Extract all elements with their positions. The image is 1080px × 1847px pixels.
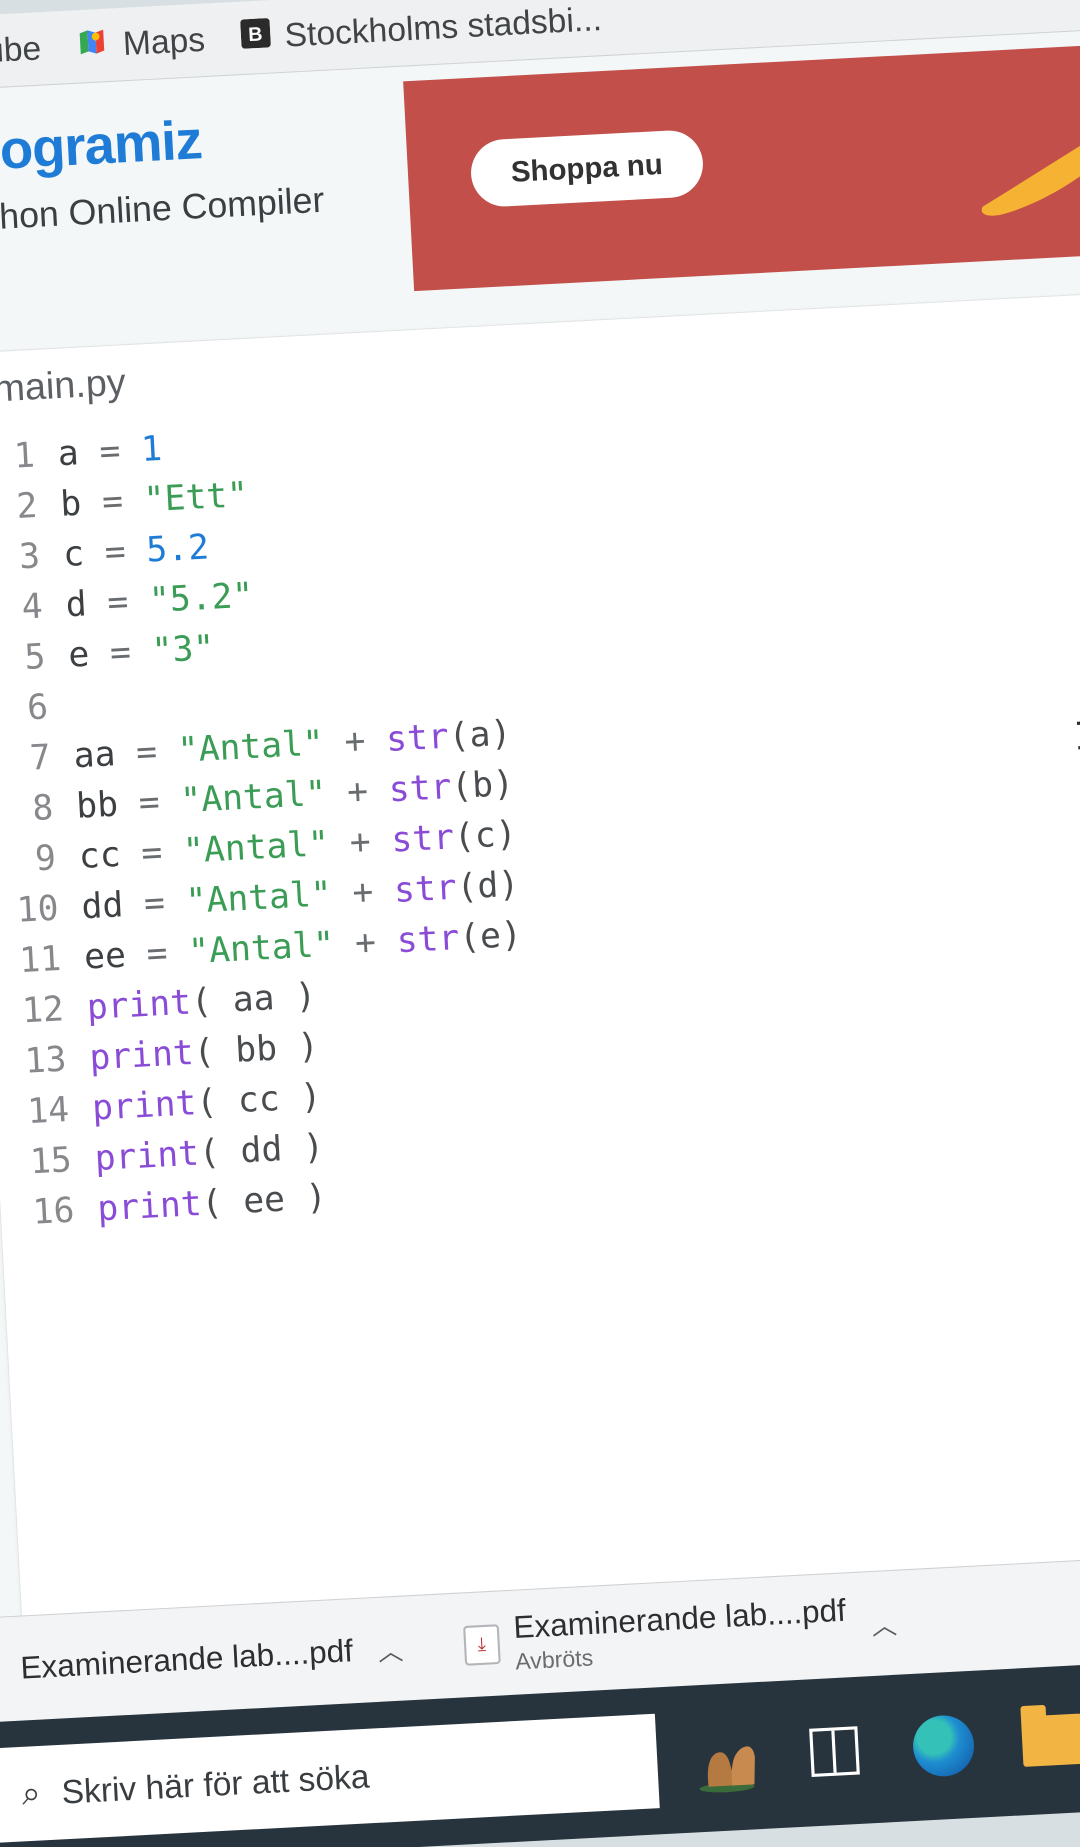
taskbar-search[interactable]: ⌕ Skriv här för att söka (0, 1714, 660, 1843)
line-number: 13 (13, 1034, 68, 1087)
line-number: 8 (0, 782, 55, 835)
chevron-up-icon[interactable]: ︿ (377, 1630, 404, 1668)
bookmark-youtube[interactable]: ouTube (0, 29, 42, 74)
pdf-file-icon (463, 1624, 501, 1666)
line-number: 10 (5, 883, 60, 936)
task-view-button[interactable] (796, 1713, 873, 1790)
bookmark-label: Stockholms stadsbi... (284, 0, 603, 55)
code-content: d = "5.2" (64, 570, 254, 630)
edge-browser-button[interactable] (905, 1707, 982, 1784)
text-caret-icon: I (1073, 715, 1080, 764)
line-number: 14 (15, 1084, 70, 1137)
code-content: b = "Ett" (59, 469, 249, 529)
kangaroo-icon (687, 1715, 765, 1801)
code-content: a = 1 (57, 423, 164, 479)
search-icon: ⌕ (21, 1773, 42, 1814)
maps-icon (76, 25, 110, 66)
nike-swoosh-icon (972, 92, 1080, 228)
download-item[interactable]: Examinerande lab....pdf ︿ (1, 1620, 422, 1697)
download-item[interactable]: Examinerande lab....pdf Avbröts ︿ (444, 1580, 917, 1688)
code-content (70, 680, 73, 730)
code-content: print( ee ) (96, 1172, 328, 1234)
ad-banner[interactable]: Shoppa nu (403, 43, 1080, 291)
bookmark-label: ouTube (0, 29, 42, 74)
line-number: 3 (0, 531, 41, 584)
line-number: 6 (0, 682, 49, 735)
download-filename: Examinerande lab....pdf (20, 1633, 354, 1686)
bookmark-stockholm[interactable]: B Stockholms stadsbi... (240, 0, 603, 57)
code-editor[interactable]: main.py 1 a = 1 2 b = "Ett" 3 c = 5.2 4 d = "5.… (0, 291, 1080, 1626)
search-placeholder: Skriv här för att söka (61, 1757, 371, 1812)
chevron-up-icon[interactable]: ︿ (871, 1604, 898, 1642)
bookmark-label: Maps (122, 20, 206, 63)
line-number: 1 (0, 430, 36, 483)
line-number: 5 (0, 631, 47, 684)
edge-icon (912, 1714, 976, 1778)
folder-icon (1021, 1713, 1080, 1767)
file-explorer-button[interactable] (1014, 1702, 1080, 1779)
code-content: e = "3" (67, 622, 216, 680)
page-content: Programiz Python Online Compiler Shoppa … (0, 30, 1080, 1628)
line-number: 4 (0, 581, 44, 634)
task-view-icon (809, 1726, 860, 1777)
taskbar-decorative-icon[interactable] (687, 1719, 764, 1796)
line-number: 9 (2, 833, 57, 886)
bookmark-maps[interactable]: Maps (76, 20, 206, 67)
code-content: c = 5.2 (62, 522, 211, 580)
logo-part-2: rogramiz (0, 110, 203, 182)
b-icon: B (240, 17, 271, 57)
line-number: 15 (18, 1135, 73, 1188)
code-area[interactable]: 1 a = 1 2 b = "Ett" 3 c = 5.2 4 d = "5.2" 5 e = "… (0, 373, 1080, 1238)
line-number: 12 (10, 984, 65, 1037)
line-number: 16 (21, 1185, 76, 1238)
svg-text:B: B (247, 23, 262, 46)
line-number: 7 (0, 732, 52, 785)
line-number: 2 (0, 480, 39, 533)
ad-cta-button[interactable]: Shoppa nu (469, 129, 704, 208)
file-tab[interactable]: main.py (0, 360, 127, 411)
line-number: 11 (7, 933, 62, 986)
